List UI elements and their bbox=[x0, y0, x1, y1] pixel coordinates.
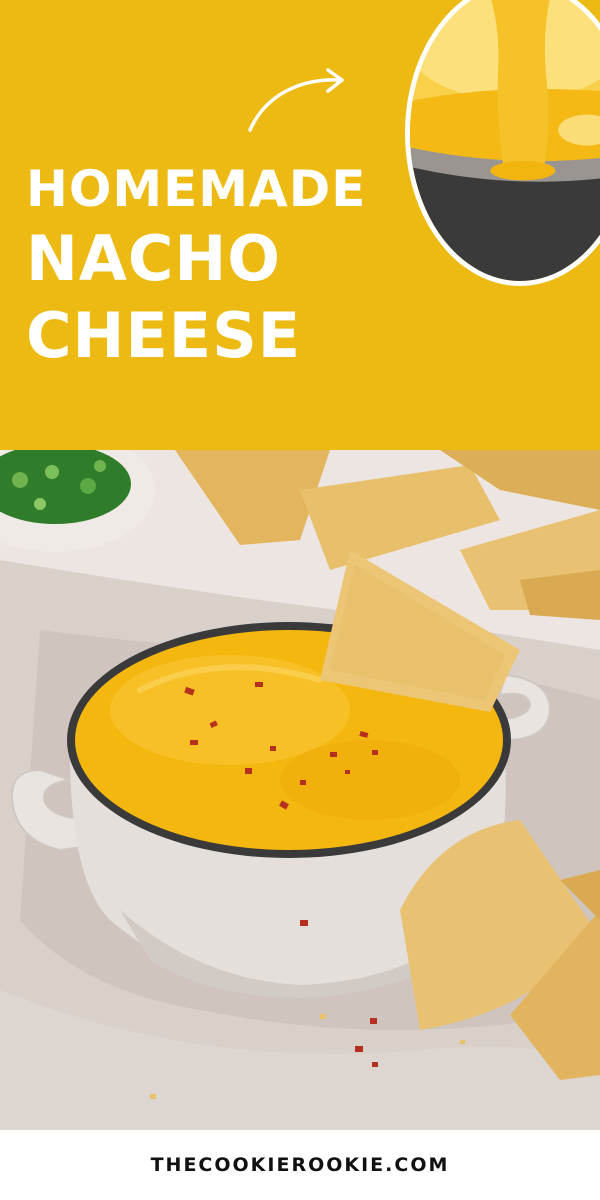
title-line-2: NACHO bbox=[26, 222, 281, 295]
curved-arrow-icon bbox=[248, 68, 344, 132]
title-banner: HOMEMADE NACHO CHEESE bbox=[0, 0, 600, 450]
title-line-1: HOMEMADE bbox=[26, 160, 367, 218]
recipe-title: HOMEMADE NACHO CHEESE bbox=[26, 158, 366, 374]
title-line-3: CHEESE bbox=[26, 299, 302, 372]
cheese-pour-inset-photo bbox=[405, 0, 600, 286]
pin-card: HOMEMADE NACHO CHEESE THECOOKIEROOKIE.CO… bbox=[0, 0, 600, 1200]
nacho-cheese-photo bbox=[0, 450, 600, 1130]
site-url[interactable]: THECOOKIEROOKIE.COM bbox=[151, 1154, 450, 1176]
site-footer: THECOOKIEROOKIE.COM bbox=[0, 1130, 600, 1200]
